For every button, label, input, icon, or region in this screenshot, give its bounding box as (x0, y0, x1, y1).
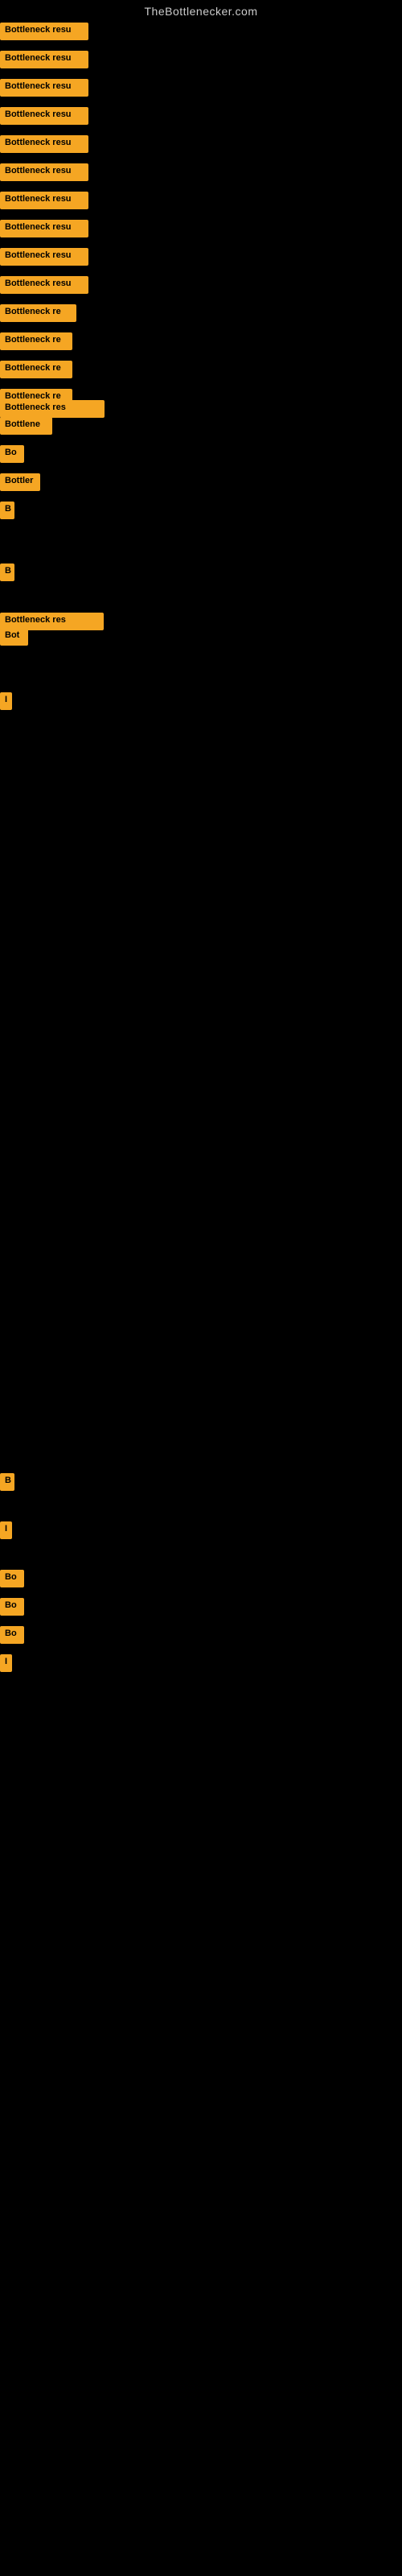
bottleneck-result-button-11[interactable]: Bottleneck re (0, 304, 76, 322)
bottleneck-result-button-6[interactable]: Bottleneck resu (0, 163, 88, 181)
bottleneck-result-button-28[interactable]: Bo (0, 1626, 24, 1644)
bottleneck-result-button-25[interactable]: I (0, 1521, 12, 1539)
site-title: TheBottlenecker.com (0, 0, 402, 21)
bottleneck-result-button-1[interactable]: Bottleneck resu (0, 23, 88, 40)
bottleneck-result-button-20[interactable]: B (0, 564, 14, 581)
bottleneck-result-button-3[interactable]: Bottleneck resu (0, 79, 88, 97)
bottleneck-result-button-13[interactable]: Bottleneck re (0, 361, 72, 378)
bottleneck-result-button-15[interactable]: Bottleneck res (0, 400, 105, 418)
bottleneck-result-button-27[interactable]: Bo (0, 1598, 24, 1616)
bottleneck-result-button-29[interactable]: I (0, 1654, 12, 1672)
bottleneck-result-button-23[interactable]: I (0, 692, 12, 710)
bottleneck-result-button-17[interactable]: Bo (0, 445, 24, 463)
bottleneck-result-button-9[interactable]: Bottleneck resu (0, 248, 88, 266)
bottleneck-result-button-19[interactable]: B (0, 502, 14, 519)
bottleneck-result-button-26[interactable]: Bo (0, 1570, 24, 1587)
bottleneck-result-button-12[interactable]: Bottleneck re (0, 332, 72, 350)
bottleneck-result-button-10[interactable]: Bottleneck resu (0, 276, 88, 294)
bottleneck-result-button-18[interactable]: Bottler (0, 473, 40, 491)
bottleneck-result-button-7[interactable]: Bottleneck resu (0, 192, 88, 209)
bottleneck-result-button-24[interactable]: B (0, 1473, 14, 1491)
bottleneck-result-button-8[interactable]: Bottleneck resu (0, 220, 88, 237)
bottleneck-result-button-2[interactable]: Bottleneck resu (0, 51, 88, 68)
bottleneck-result-button-16[interactable]: Bottlene (0, 417, 52, 435)
bottleneck-result-button-22[interactable]: Bottleneck res (0, 613, 104, 630)
bottleneck-result-button-21[interactable]: Bot (0, 628, 28, 646)
bottleneck-result-button-4[interactable]: Bottleneck resu (0, 107, 88, 125)
bottleneck-result-button-5[interactable]: Bottleneck resu (0, 135, 88, 153)
